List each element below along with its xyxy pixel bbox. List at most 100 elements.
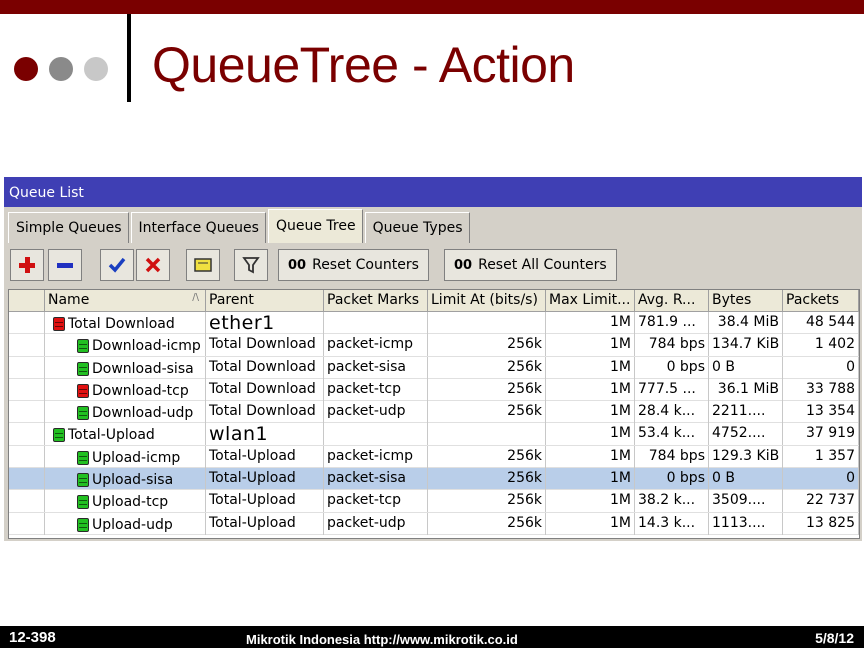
queue-name: Upload-udp — [92, 516, 173, 533]
column-header-limit-at[interactable]: Limit At (bits/s) — [428, 290, 546, 312]
queue-limit-at: 256k — [428, 512, 546, 535]
column-header-parent[interactable]: Parent — [206, 290, 324, 312]
queue-name: Download-sisa — [92, 360, 194, 377]
queue-packets: 1 357 — [783, 445, 859, 468]
table-row[interactable]: Upload-icmp Total-Upload packet-icmp 256k 1M… — [9, 445, 859, 469]
queue-avg-rate: 784 bps — [635, 334, 709, 357]
slide-title: QueueTree - Action — [152, 37, 575, 93]
queue-bytes: 1113.... — [709, 512, 783, 535]
queue-packets: 0 — [783, 356, 859, 379]
queue-packet-marks — [324, 423, 428, 446]
queue-packets: 13 825 — [783, 512, 859, 535]
footer-site: Mikrotik Indonesia http://www.mikrotik.c… — [246, 632, 518, 647]
counter-icon: 00 — [454, 257, 473, 273]
queue-icon — [77, 450, 89, 465]
queue-bytes: 0 B — [709, 468, 783, 491]
queue-name-cell: Upload-sisa — [45, 468, 206, 491]
queue-bytes: 134.7 KiB — [709, 334, 783, 357]
queue-max-limit: 1M — [546, 490, 635, 513]
column-header-bytes[interactable]: Bytes — [709, 290, 783, 312]
queue-parent: Total-Upload — [206, 512, 324, 535]
tab-queue-types[interactable]: Queue Types — [364, 212, 470, 243]
queue-packet-marks: packet-sisa — [324, 468, 428, 491]
queue-name: Download-icmp — [92, 338, 201, 355]
table-row[interactable]: Download-sisa Total Download packet-sisa 25… — [9, 356, 859, 379]
queue-list-window: Queue List Simple Queues Interface Queue… — [4, 177, 862, 541]
queue-packets: 13 354 — [783, 401, 859, 424]
queue-parent: Total Download — [206, 356, 324, 379]
counter-icon: 00 — [288, 257, 307, 273]
dot-light — [84, 57, 108, 81]
queue-icon — [77, 361, 89, 376]
reset-all-counters-button[interactable]: 00 Reset All Counters — [444, 249, 617, 281]
queue-max-limit: 1M — [546, 401, 635, 424]
table-row[interactable]: Total-Upload wlan1 1M 53.4 k... 4752.... 37 9… — [9, 423, 859, 446]
table-row[interactable]: Download-tcp Total Download packet-tcp 256k… — [9, 378, 859, 402]
table-header: Name/\ Parent Packet Marks Limit At (bit… — [9, 290, 859, 312]
tab-bar: Simple Queues Interface Queues Queue Tre… — [8, 209, 472, 243]
column-header-name[interactable]: Name/\ — [45, 290, 206, 312]
column-header-packet-marks[interactable]: Packet Marks — [324, 290, 428, 312]
queue-max-limit: 1M — [546, 356, 635, 379]
table-row[interactable]: Upload-udp Total-Upload packet-udp 256k 1M 14… — [9, 512, 859, 535]
row-gutter — [9, 423, 45, 446]
minus-icon — [57, 263, 73, 268]
table-row[interactable]: Upload-sisa Total-Upload packet-sisa 256k 1M… — [9, 468, 859, 491]
queue-packet-marks — [324, 312, 428, 334]
queue-name: Upload-tcp — [92, 494, 169, 511]
queue-avg-rate: 28.4 k... — [635, 401, 709, 424]
tab-simple-queues[interactable]: Simple Queues — [8, 212, 129, 243]
column-header-avg-rate[interactable]: Avg. R... — [635, 290, 709, 312]
row-gutter — [9, 445, 45, 468]
table-row[interactable]: Total Download ether1 1M 781.9 ... 38.4 MiB 4… — [9, 312, 859, 335]
row-gutter — [9, 490, 45, 513]
queue-parent: Total Download — [206, 378, 324, 401]
row-gutter — [9, 312, 45, 334]
slide-bullet-dots — [14, 57, 108, 81]
queue-name-cell: Download-sisa — [45, 356, 206, 379]
table-row[interactable]: Upload-tcp Total-Upload packet-tcp 256k 1M 38… — [9, 490, 859, 513]
tab-interface-queues[interactable]: Interface Queues — [130, 212, 266, 243]
queue-parent: ether1 — [206, 312, 324, 334]
queue-avg-rate: 784 bps — [635, 445, 709, 468]
filter-button[interactable] — [234, 249, 268, 281]
queue-max-limit: 1M — [546, 423, 635, 446]
funnel-icon — [242, 257, 260, 274]
queue-parent: Total-Upload — [206, 445, 324, 468]
window-title: Queue List — [4, 177, 862, 207]
queue-name-cell: Upload-tcp — [45, 490, 206, 513]
footer-date: 5/8/12 — [815, 630, 854, 646]
queue-parent: Total-Upload — [206, 490, 324, 513]
enable-button[interactable] — [100, 249, 134, 281]
sort-asc-icon: /\ — [192, 292, 199, 303]
table-row[interactable]: Download-icmp Total Download packet-icmp 25… — [9, 334, 859, 357]
queue-icon — [77, 406, 89, 421]
toolbar: 00 Reset Counters 00 Reset All Counters — [8, 247, 858, 283]
row-gutter — [9, 378, 45, 401]
add-button[interactable] — [10, 249, 44, 281]
reset-counters-label: Reset Counters — [312, 257, 419, 273]
queue-limit-at — [428, 423, 546, 446]
column-header-blank[interactable] — [9, 290, 45, 312]
tab-queue-tree[interactable]: Queue Tree — [267, 209, 363, 243]
queue-bytes: 3509.... — [709, 490, 783, 513]
queue-bytes: 38.4 MiB — [709, 312, 783, 334]
dot-dark — [14, 57, 38, 81]
queue-icon — [53, 317, 65, 331]
queue-name: Upload-sisa — [92, 472, 174, 489]
queue-name: Upload-icmp — [92, 449, 181, 466]
column-header-max-limit[interactable]: Max Limit... — [546, 290, 635, 312]
queue-max-limit: 1M — [546, 378, 635, 401]
column-header-packets[interactable]: Packets — [783, 290, 859, 312]
disable-button[interactable] — [136, 249, 170, 281]
queue-name-cell: Download-tcp — [45, 378, 206, 401]
queue-name-cell: Download-icmp — [45, 334, 206, 357]
queue-avg-rate: 53.4 k... — [635, 423, 709, 446]
queue-name: Download-tcp — [92, 382, 189, 399]
queue-packet-marks: packet-udp — [324, 512, 428, 535]
queue-icon — [77, 473, 89, 488]
remove-button[interactable] — [48, 249, 82, 281]
comment-button[interactable] — [186, 249, 220, 281]
table-row[interactable]: Download-udp Total Download packet-udp 256k… — [9, 401, 859, 424]
reset-counters-button[interactable]: 00 Reset Counters — [278, 249, 429, 281]
